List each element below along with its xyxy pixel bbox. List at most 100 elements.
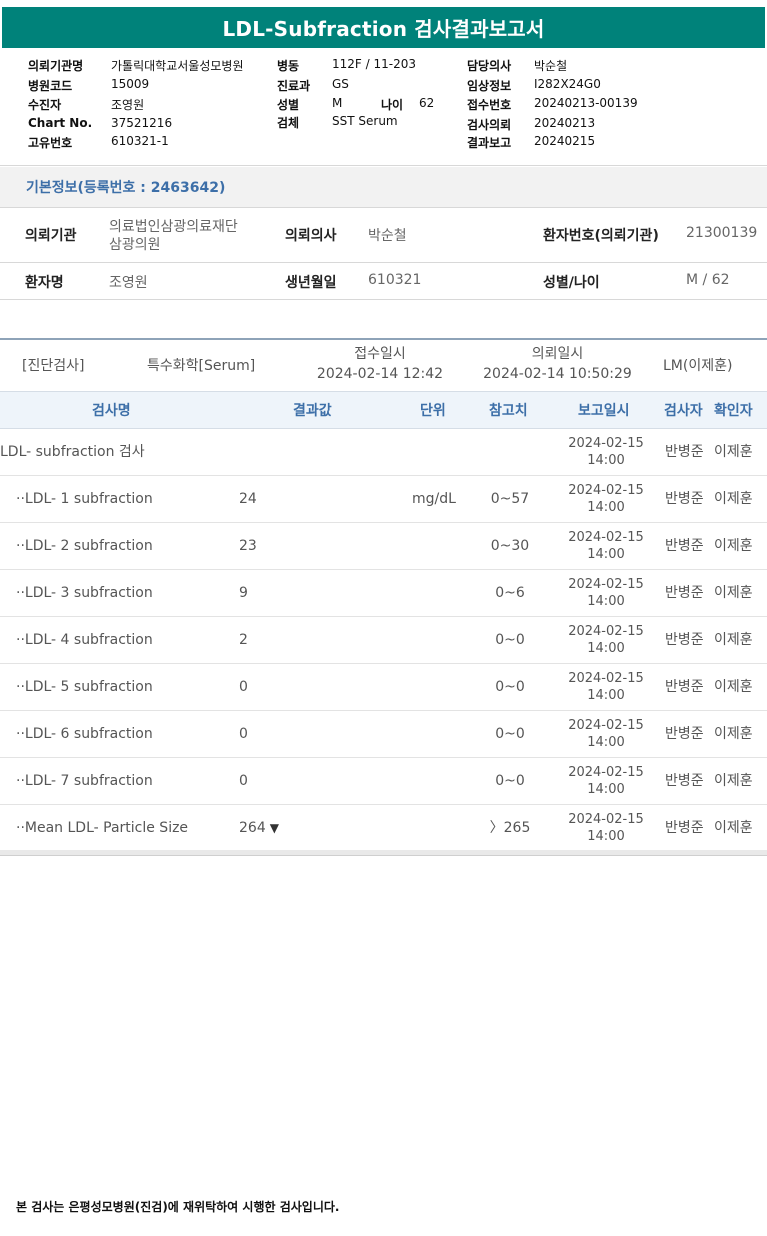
test-name: LDL- subfraction 검사 bbox=[0, 444, 145, 460]
divider bbox=[0, 299, 767, 300]
info-age-value: 62 bbox=[419, 96, 435, 110]
tester: 반병준 bbox=[665, 491, 704, 507]
col-test-name: 검사명 bbox=[92, 403, 131, 419]
result-value: 24 bbox=[239, 491, 257, 507]
received-datetime: 접수일시 2024-02-14 12:42 bbox=[316, 346, 444, 382]
confirmer: 이제훈 bbox=[714, 632, 753, 648]
test-name: ··LDL- 2 subfraction bbox=[16, 538, 153, 554]
test-name: ··LDL- 6 subfraction bbox=[16, 726, 153, 742]
reference-range: 0~0 bbox=[495, 679, 525, 695]
divider bbox=[0, 165, 767, 166]
report-datetime: 2024-02-15 14:00 bbox=[568, 483, 644, 515]
tester: 반병준 bbox=[665, 726, 704, 742]
result-value: 0 bbox=[239, 679, 248, 695]
info-age-label: 나이 bbox=[381, 98, 404, 112]
unit: mg/dL bbox=[412, 491, 456, 507]
col-unit: 단위 bbox=[420, 403, 446, 419]
table-row: ··LDL- 2 subfraction 23 0~30 2024-02-15 1… bbox=[0, 523, 767, 570]
patient-name-label: 환자명 bbox=[25, 275, 64, 291]
table-row: LDL- subfraction 검사 2024-02-15 14:00 반병준 … bbox=[0, 429, 767, 476]
col-confirmer: 확인자 bbox=[714, 403, 753, 419]
lab-person: LM(이제훈) bbox=[663, 358, 733, 374]
report-datetime: 2024-02-15 14:00 bbox=[568, 812, 644, 844]
reference-range: 0~0 bbox=[495, 726, 525, 742]
result-value: 9 bbox=[239, 585, 248, 601]
tester: 반병준 bbox=[665, 585, 704, 601]
col-tester: 검사자 bbox=[664, 403, 703, 419]
table-row: ··LDL- 6 subfraction 0 0~0 2024-02-15 14:… bbox=[0, 711, 767, 758]
divider bbox=[0, 207, 767, 208]
report-datetime: 2024-02-15 14:00 bbox=[568, 765, 644, 797]
confirmer: 이제훈 bbox=[714, 773, 753, 789]
test-name: ··LDL- 7 subfraction bbox=[16, 773, 153, 789]
report-info-block: 의뢰기관명 가톨릭대학교서울성모병원 병원코드 15009 수진자 조영원 Ch… bbox=[28, 57, 638, 150]
birth-label: 생년월일 bbox=[285, 275, 337, 291]
reference-range: 0~57 bbox=[490, 491, 530, 507]
col-report-date: 보고일시 bbox=[578, 403, 630, 419]
sex-age-value: M / 62 bbox=[686, 272, 730, 288]
institution-label: 의뢰기관 bbox=[25, 228, 77, 244]
report-datetime: 2024-02-15 14:00 bbox=[568, 671, 644, 703]
result-value: 264 ▼ bbox=[239, 820, 279, 836]
reference-range: 0~30 bbox=[490, 538, 530, 554]
report-datetime: 2024-02-15 14:00 bbox=[568, 577, 644, 609]
reference-range: 0~0 bbox=[495, 773, 525, 789]
confirmer: 이제훈 bbox=[714, 820, 753, 836]
table-row: ··LDL- 5 subfraction 0 0~0 2024-02-15 14:… bbox=[0, 664, 767, 711]
doctor-label: 의뢰의사 bbox=[285, 228, 337, 244]
divider bbox=[0, 262, 767, 263]
test-name: ··LDL- 1 subfraction bbox=[16, 491, 153, 507]
basic-info-title: 기본정보(등록번호 : 2463642) bbox=[0, 167, 767, 207]
test-header: [진단검사] 특수화학[Serum] 접수일시 2024-02-14 12:42… bbox=[0, 340, 767, 390]
test-name: ··LDL- 4 subfraction bbox=[16, 632, 153, 648]
doctor-value: 박순철 bbox=[368, 228, 407, 244]
report-datetime: 2024-02-15 14:00 bbox=[568, 530, 644, 562]
confirmer: 이제훈 bbox=[714, 444, 753, 460]
institution-line1: 의료법인삼광의료재단 bbox=[109, 219, 238, 235]
low-flag-icon: ▼ bbox=[269, 821, 279, 835]
tester: 반병준 bbox=[665, 632, 704, 648]
reference-range: 〉265 bbox=[489, 820, 531, 836]
tester: 반병준 bbox=[665, 773, 704, 789]
confirmer: 이제훈 bbox=[714, 538, 753, 554]
confirmer: 이제훈 bbox=[714, 491, 753, 507]
table-row: ··LDL- 4 subfraction 2 0~0 2024-02-15 14:… bbox=[0, 617, 767, 664]
test-category: [진단검사] bbox=[22, 358, 85, 374]
patient-no-label: 환자번호(의뢰기관) bbox=[543, 228, 659, 244]
table-row: ··Mean LDL- Particle Size 264 ▼ 〉265 2024… bbox=[0, 805, 767, 852]
test-type: 특수화학[Serum] bbox=[147, 358, 256, 374]
result-value: 0 bbox=[239, 773, 248, 789]
col-result: 결과값 bbox=[293, 403, 332, 419]
confirmer: 이제훈 bbox=[714, 679, 753, 695]
institution-line2: 삼광의원 bbox=[109, 237, 161, 253]
report-title: LDL-Subfraction 검사결과보고서 bbox=[2, 7, 765, 48]
tester: 반병준 bbox=[665, 444, 704, 460]
test-name: ··LDL- 5 subfraction bbox=[16, 679, 153, 695]
footer-note: 본 검사는 은평성모병원(진검)에 재위탁하여 시행한 검사입니다. bbox=[16, 1200, 340, 1214]
report-datetime: 2024-02-15 14:00 bbox=[568, 436, 644, 468]
confirmer: 이제훈 bbox=[714, 726, 753, 742]
reference-range: 0~0 bbox=[495, 632, 525, 648]
patient-no-value: 21300139 bbox=[686, 225, 758, 241]
tester: 반병준 bbox=[665, 820, 704, 836]
reference-range: 0~6 bbox=[495, 585, 525, 601]
tester: 반병준 bbox=[665, 538, 704, 554]
requested-datetime: 의뢰일시 2024-02-14 10:50:29 bbox=[483, 346, 632, 382]
sex-age-label: 성별/나이 bbox=[543, 275, 600, 291]
result-value: 0 bbox=[239, 726, 248, 742]
results-table-header: 검사명 결과값 단위 참고치 보고일시 검사자 확인자 bbox=[0, 391, 767, 429]
results-table-body: LDL- subfraction 검사 2024-02-15 14:00 반병준 … bbox=[0, 429, 767, 852]
table-row: ··LDL- 1 subfraction 24 mg/dL 0~57 2024-… bbox=[0, 476, 767, 523]
report-datetime: 2024-02-15 14:00 bbox=[568, 718, 644, 750]
result-value: 2 bbox=[239, 632, 248, 648]
table-row: ··LDL- 3 subfraction 9 0~6 2024-02-15 14:… bbox=[0, 570, 767, 617]
table-bottom-bar bbox=[0, 850, 767, 856]
birth-value: 610321 bbox=[368, 272, 422, 288]
confirmer: 이제훈 bbox=[714, 585, 753, 601]
reference-range bbox=[480, 429, 540, 475]
tester: 반병준 bbox=[665, 679, 704, 695]
table-row: ··LDL- 7 subfraction 0 0~0 2024-02-15 14:… bbox=[0, 758, 767, 805]
test-name: ··LDL- 3 subfraction bbox=[16, 585, 153, 601]
report-datetime: 2024-02-15 14:00 bbox=[568, 624, 644, 656]
patient-name-value: 조영원 bbox=[109, 275, 148, 291]
